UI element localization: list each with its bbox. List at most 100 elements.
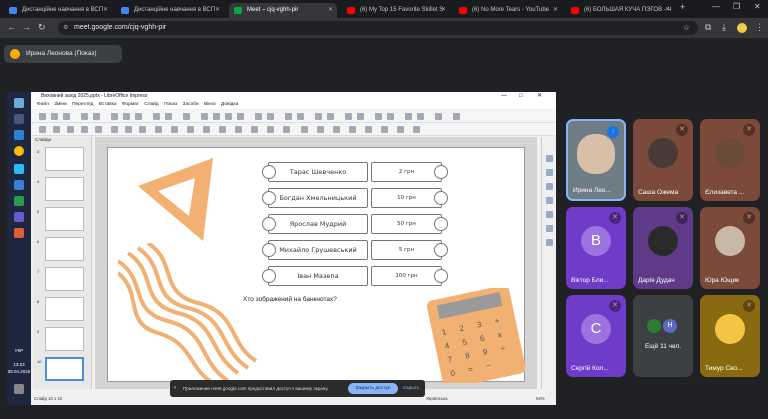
properties-icon[interactable] bbox=[546, 155, 553, 162]
close-tab-icon[interactable]: ✕ bbox=[553, 3, 558, 18]
menu-view[interactable]: Перегляд bbox=[72, 102, 93, 107]
line-color-icon[interactable] bbox=[81, 126, 88, 133]
filter-icon[interactable] bbox=[397, 126, 404, 133]
status-language[interactable]: Українська bbox=[426, 392, 448, 405]
image-map-icon[interactable] bbox=[453, 113, 460, 120]
close-tab-icon[interactable]: ✕ bbox=[441, 3, 446, 18]
participant-tile[interactable]: ✕ Юра Ющик bbox=[700, 207, 760, 289]
slide-thumbnail[interactable] bbox=[45, 327, 84, 351]
textbox-icon[interactable] bbox=[237, 113, 244, 120]
styles-icon[interactable] bbox=[546, 169, 553, 176]
participant-tile[interactable]: С ✕ Сергій Кол... bbox=[566, 295, 626, 377]
viber-icon[interactable] bbox=[14, 212, 24, 222]
close-tab-icon[interactable]: ✕ bbox=[328, 3, 333, 18]
edge-icon[interactable] bbox=[14, 130, 24, 140]
close-window-icon[interactable]: ✕ bbox=[537, 92, 542, 101]
participant-tile[interactable]: ♪ Ирина Лео... bbox=[566, 119, 626, 201]
rectangle-icon[interactable] bbox=[125, 126, 132, 133]
search-icon[interactable] bbox=[14, 114, 24, 124]
close-tab-icon[interactable]: ✕ bbox=[103, 3, 108, 18]
print-icon[interactable] bbox=[93, 113, 100, 120]
slide-thumbnail[interactable] bbox=[45, 147, 84, 171]
maximize-icon[interactable]: ❐ bbox=[733, 2, 740, 11]
select-icon[interactable] bbox=[39, 126, 46, 133]
menu-edit[interactable]: Зміни bbox=[54, 102, 67, 107]
spelling-icon[interactable] bbox=[183, 113, 190, 120]
browser-tab[interactable]: (6) No More Tears - YouTube ✕ bbox=[454, 3, 562, 18]
fontwork-icon[interactable] bbox=[345, 113, 352, 120]
paste-icon[interactable] bbox=[135, 113, 142, 120]
text-icon[interactable] bbox=[67, 126, 74, 133]
image-icon[interactable] bbox=[213, 113, 220, 120]
navigator-icon[interactable] bbox=[546, 197, 553, 204]
new-icon[interactable] bbox=[39, 113, 46, 120]
export-pdf-icon[interactable] bbox=[81, 113, 88, 120]
cut-icon[interactable] bbox=[111, 113, 118, 120]
current-slide[interactable]: Тарас Шевченко 2 грн Богдан Хмельницький… bbox=[107, 147, 526, 383]
comment-icon[interactable] bbox=[387, 113, 394, 120]
flowchart-icon[interactable] bbox=[251, 126, 258, 133]
menu-help[interactable]: Довідка bbox=[221, 102, 238, 107]
curve-icon[interactable] bbox=[171, 126, 178, 133]
participant-tile[interactable]: ✕ Єлизавета ... bbox=[700, 119, 760, 201]
minimize-icon[interactable]: — bbox=[712, 2, 720, 11]
close-window-icon[interactable]: ✕ bbox=[754, 2, 761, 11]
slide-thumbnail-selected[interactable] bbox=[45, 357, 84, 381]
special-char-icon[interactable] bbox=[357, 113, 364, 120]
participant-tile[interactable]: ✕ Тимур Сво... bbox=[700, 295, 760, 377]
slide-thumbnail[interactable] bbox=[45, 297, 84, 321]
slide-layout-icon[interactable] bbox=[297, 113, 304, 120]
basic-shapes-icon[interactable] bbox=[203, 126, 210, 133]
bookmark-star-icon[interactable]: ☆ bbox=[683, 21, 690, 35]
ellipse-icon[interactable] bbox=[139, 126, 146, 133]
menu-window[interactable]: Вікно bbox=[204, 102, 216, 107]
zoom-icon[interactable] bbox=[435, 113, 442, 120]
close-tab-icon[interactable]: ✕ bbox=[215, 3, 220, 18]
grid-icon[interactable] bbox=[405, 113, 412, 120]
undo-icon[interactable] bbox=[153, 113, 160, 120]
hyperlink-icon[interactable] bbox=[375, 113, 382, 120]
redo-icon[interactable] bbox=[165, 113, 172, 120]
browser-tab[interactable]: (6) My Top 15 Favorite Skillet S ✕ bbox=[342, 3, 450, 18]
clock-date[interactable]: 08.04.2025 bbox=[7, 369, 31, 374]
new-slide-icon[interactable] bbox=[315, 113, 322, 120]
menu-slide[interactable]: Слайд bbox=[144, 102, 158, 107]
rotate-icon[interactable] bbox=[317, 126, 324, 133]
chart-icon[interactable] bbox=[225, 113, 232, 120]
participant-tile[interactable]: В ✕ Віктор Бли... bbox=[566, 207, 626, 289]
block-arrows-icon[interactable] bbox=[235, 126, 242, 133]
symbol-shapes-icon[interactable] bbox=[219, 126, 226, 133]
extensions-icon[interactable]: ⧉ bbox=[705, 22, 711, 33]
menu-format[interactable]: Формат bbox=[122, 102, 139, 107]
browser-tab[interactable]: Дистанційне навчання в ВСП ✕ bbox=[116, 3, 224, 18]
browser-tab[interactable]: Дистанційне навчання в ВСП ✕ bbox=[4, 3, 112, 18]
slideshow-current-icon[interactable] bbox=[267, 113, 274, 120]
copy-icon[interactable] bbox=[123, 113, 130, 120]
master-slide-icon[interactable] bbox=[285, 113, 292, 120]
menu-slideshow[interactable]: Показ bbox=[164, 102, 177, 107]
stars-icon[interactable] bbox=[283, 126, 290, 133]
new-tab-button[interactable]: + bbox=[680, 2, 685, 12]
store-icon[interactable] bbox=[14, 164, 24, 174]
mail-icon[interactable] bbox=[14, 196, 24, 206]
arrow-icon[interactable] bbox=[155, 126, 162, 133]
slide-thumbnail[interactable] bbox=[45, 237, 84, 261]
participant-tile[interactable]: ✕ Саша Ожема bbox=[633, 119, 693, 201]
browser-menu-icon[interactable]: ⋮ bbox=[755, 22, 764, 33]
save-icon[interactable] bbox=[63, 113, 70, 120]
transition-icon[interactable] bbox=[546, 225, 553, 232]
explorer-icon[interactable] bbox=[14, 180, 24, 190]
more-participants-tile[interactable]: Н Ещё 11 чел. bbox=[633, 295, 693, 377]
browser-tab-active[interactable]: Meet – cjq-vghh-pir ✕ bbox=[229, 3, 337, 18]
zoom-level[interactable]: 54% bbox=[536, 392, 545, 405]
keyboard-language[interactable]: УКР bbox=[7, 348, 31, 353]
browser-tab[interactable]: (6) БОЛЬШАЯ КУЧА ПЭГОВ - Ч ✕ bbox=[566, 3, 674, 18]
callouts-icon[interactable] bbox=[267, 126, 274, 133]
maximize-icon[interactable]: □ bbox=[519, 92, 523, 101]
align-icon[interactable] bbox=[333, 126, 340, 133]
site-info-icon[interactable]: ⚙ bbox=[63, 21, 68, 35]
toggle-extrusion-icon[interactable] bbox=[413, 126, 420, 133]
profile-avatar[interactable] bbox=[737, 23, 747, 33]
fill-color-icon[interactable] bbox=[95, 126, 102, 133]
impress-taskbar-icon[interactable] bbox=[14, 228, 24, 238]
